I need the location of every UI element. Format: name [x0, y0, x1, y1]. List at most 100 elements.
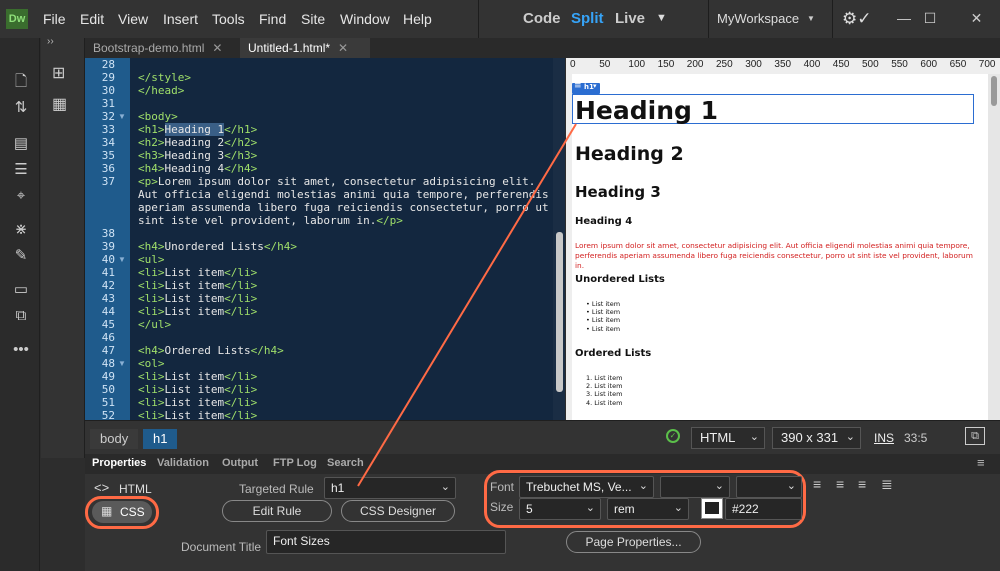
- fold-arrow-icon[interactable]: ▼: [118, 112, 126, 121]
- view-live[interactable]: Live: [615, 10, 645, 27]
- close-window-button[interactable]: ✕: [953, 0, 1000, 38]
- live-ordered-list[interactable]: 1. List item 2. List item 3. List item 4…: [586, 374, 622, 407]
- code-line[interactable]: </style>: [138, 71, 191, 84]
- tab-output[interactable]: Output: [222, 457, 258, 469]
- code-line[interactable]: sint iste vel provident, laborum in.</p>: [138, 214, 403, 227]
- close-icon[interactable]: ✕: [212, 41, 222, 55]
- live-ul-heading[interactable]: Unordered Lists: [575, 274, 665, 285]
- html-mode-icon[interactable]: <>: [94, 480, 109, 495]
- color-input[interactable]: #222: [725, 498, 802, 520]
- font-size-input[interactable]: 5 ⌄: [519, 498, 601, 520]
- code-line[interactable]: <li>List item</li>: [138, 370, 257, 383]
- code-line[interactable]: <h2>Heading 2</h2>: [138, 136, 257, 149]
- color-swatch[interactable]: [701, 498, 723, 519]
- live-heading-4[interactable]: Heading 4: [575, 216, 632, 227]
- menu-window[interactable]: Window: [340, 11, 390, 27]
- live-paragraph[interactable]: Lorem ipsum dolor sit amet, consectetur …: [575, 241, 979, 271]
- code-line[interactable]: <h4>Heading 4</h4>: [138, 162, 257, 175]
- code-line[interactable]: <ul>: [138, 253, 165, 266]
- code-line[interactable]: <ol>: [138, 357, 165, 370]
- open-file-icon[interactable]: 🗋: [10, 72, 32, 92]
- code-line[interactable]: <li>List item</li>: [138, 279, 257, 292]
- live-heading-2[interactable]: Heading 2: [575, 143, 684, 165]
- validation-ok-icon[interactable]: ✓: [666, 429, 680, 443]
- view-code[interactable]: Code: [523, 10, 561, 27]
- code-line[interactable]: <li>List item</li>: [138, 383, 257, 396]
- dom-tree-icon[interactable]: ⊞: [52, 63, 65, 83]
- html-mode-label[interactable]: HTML: [119, 482, 152, 496]
- tab-bootstrap-demo[interactable]: Bootstrap-demo.html ✕: [85, 38, 235, 58]
- edit-rule-button[interactable]: Edit Rule: [222, 500, 332, 522]
- hud-add-icon[interactable]: ▾: [593, 82, 597, 90]
- view-dropdown-icon[interactable]: ▼: [656, 12, 667, 24]
- code-line[interactable]: <h3>Heading 3</h3>: [138, 149, 257, 162]
- live-scrollbar[interactable]: [988, 74, 1000, 420]
- code-scrollbar-thumb[interactable]: [556, 232, 563, 392]
- element-hud[interactable]: ≡ h1 ▾: [572, 81, 600, 94]
- align-right-icon[interactable]: ≡: [858, 476, 866, 492]
- live-unordered-list[interactable]: • List item • List item • List item • Li…: [586, 300, 620, 333]
- hud-menu-icon[interactable]: ≡: [574, 81, 582, 91]
- page-properties-button[interactable]: Page Properties...: [566, 531, 701, 553]
- sync-settings-icon[interactable]: ⚙✓: [842, 9, 871, 29]
- menu-insert[interactable]: Insert: [163, 11, 198, 27]
- expand-icon[interactable]: ››: [47, 36, 54, 47]
- maximize-button[interactable]: ☐: [907, 0, 953, 38]
- menu-find[interactable]: Find: [259, 11, 286, 27]
- code-line[interactable]: <body>: [138, 110, 178, 123]
- code-line[interactable]: </ul>: [138, 318, 171, 331]
- align-left-icon[interactable]: ≡: [813, 476, 821, 492]
- font-style-select[interactable]: ⌄: [660, 476, 730, 498]
- targeted-rule-select[interactable]: h1 ⌄: [324, 477, 456, 499]
- menu-edit[interactable]: Edit: [80, 11, 104, 27]
- live-heading-3[interactable]: Heading 3: [575, 183, 661, 201]
- live-view[interactable]: ≡ h1 ▾ Heading 1 Heading 2 Heading 3 Hea…: [572, 74, 988, 420]
- menu-site[interactable]: Site: [301, 11, 325, 27]
- tab-properties[interactable]: Properties: [92, 457, 146, 469]
- file-transfer-icon[interactable]: ⇅: [10, 98, 32, 118]
- comment-icon[interactable]: ▭: [10, 280, 32, 300]
- code-line[interactable]: Aut officia eligendi molestias animi qui…: [138, 188, 549, 201]
- code-line[interactable]: <li>List item</li>: [138, 292, 257, 305]
- code-editor[interactable]: </style> </head> <body> <h1>Heading 1</h1> <…: [130, 58, 565, 422]
- font-size-unit-select[interactable]: rem ⌄: [607, 498, 689, 520]
- tag-crumb-body[interactable]: body: [90, 429, 139, 449]
- document-title-input[interactable]: Font Sizes: [266, 530, 506, 554]
- code-line[interactable]: <h4>Unordered Lists</h4>: [138, 240, 297, 253]
- preview-in-browser-icon[interactable]: ⧉: [965, 427, 985, 445]
- live-inspect-icon[interactable]: ▤: [10, 134, 32, 154]
- close-icon[interactable]: ✕: [338, 41, 348, 55]
- tab-search[interactable]: Search: [327, 457, 364, 469]
- fold-arrow-icon[interactable]: ▼: [118, 255, 126, 264]
- viewport-size-select[interactable]: 390 x 331 ⌄: [772, 427, 861, 449]
- align-justify-icon[interactable]: ≣: [881, 476, 893, 493]
- tab-untitled-1[interactable]: Untitled-1.html* ✕: [240, 38, 370, 58]
- more-tools-icon[interactable]: •••: [10, 340, 32, 360]
- properties-panel-icon[interactable]: ▦: [52, 94, 67, 114]
- view-split[interactable]: Split: [571, 10, 604, 27]
- menu-help[interactable]: Help: [403, 11, 432, 27]
- code-line[interactable]: <li>List item</li>: [138, 266, 257, 279]
- collapse-code-icon[interactable]: ⋇: [10, 220, 32, 240]
- menu-view[interactable]: View: [118, 11, 148, 27]
- code-tools-icon[interactable]: ✎: [10, 246, 32, 266]
- menu-file[interactable]: File: [43, 11, 66, 27]
- font-weight-select[interactable]: ⌄: [736, 476, 802, 498]
- code-line[interactable]: <p>Lorem ipsum dolor sit amet, consectet…: [138, 175, 535, 188]
- format-source-icon[interactable]: ☰: [10, 160, 32, 180]
- live-scrollbar-thumb[interactable]: [991, 76, 997, 106]
- doctype-select[interactable]: HTML ⌄: [691, 427, 765, 449]
- insert-mode-toggle[interactable]: INS: [874, 431, 894, 445]
- target-icon[interactable]: ⌖: [10, 186, 32, 206]
- code-line[interactable]: aperiam assumenda libero fuga reiciendis…: [138, 201, 549, 214]
- snippets-icon[interactable]: ⧉: [10, 306, 32, 326]
- code-line[interactable]: <li>List item</li>: [138, 305, 257, 318]
- code-line[interactable]: <h1>Heading 1</h1>: [138, 123, 257, 136]
- css-designer-button[interactable]: CSS Designer: [341, 500, 455, 522]
- code-line[interactable]: <li>List item</li>: [138, 396, 257, 409]
- tag-crumb-h1[interactable]: h1: [143, 429, 177, 449]
- live-heading-1[interactable]: Heading 1: [575, 96, 718, 125]
- align-center-icon[interactable]: ≡: [836, 476, 844, 492]
- live-ol-heading[interactable]: Ordered Lists: [575, 348, 651, 359]
- tab-ftp-log[interactable]: FTP Log: [273, 457, 317, 469]
